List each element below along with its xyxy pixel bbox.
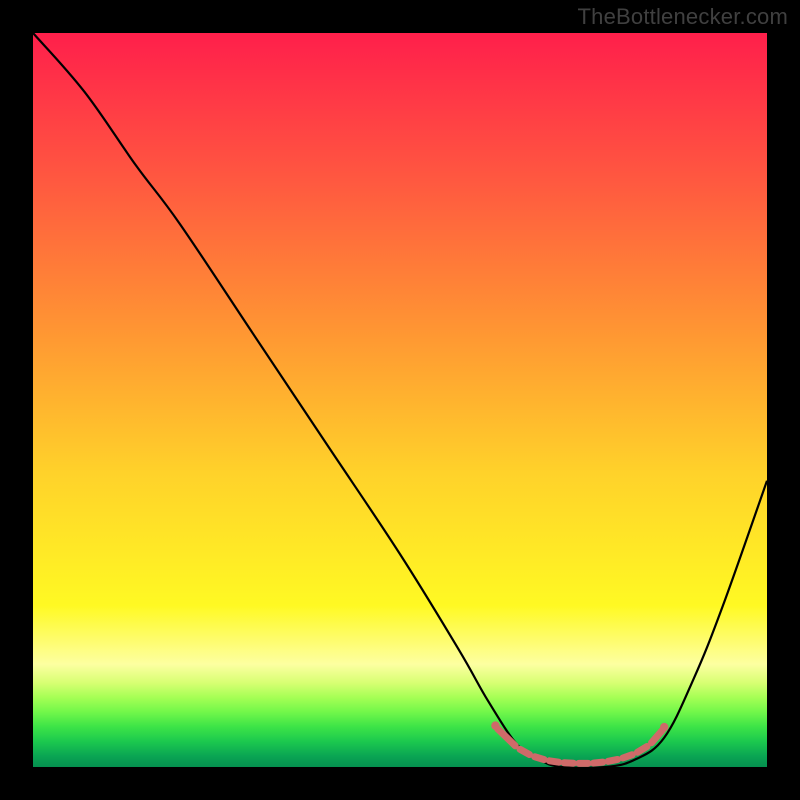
- watermark-text: TheBottleneсker.com: [578, 4, 788, 30]
- bottleneck-chart: [0, 0, 800, 800]
- plot-background: [33, 33, 767, 767]
- chart-frame: TheBottleneсker.com: [0, 0, 800, 800]
